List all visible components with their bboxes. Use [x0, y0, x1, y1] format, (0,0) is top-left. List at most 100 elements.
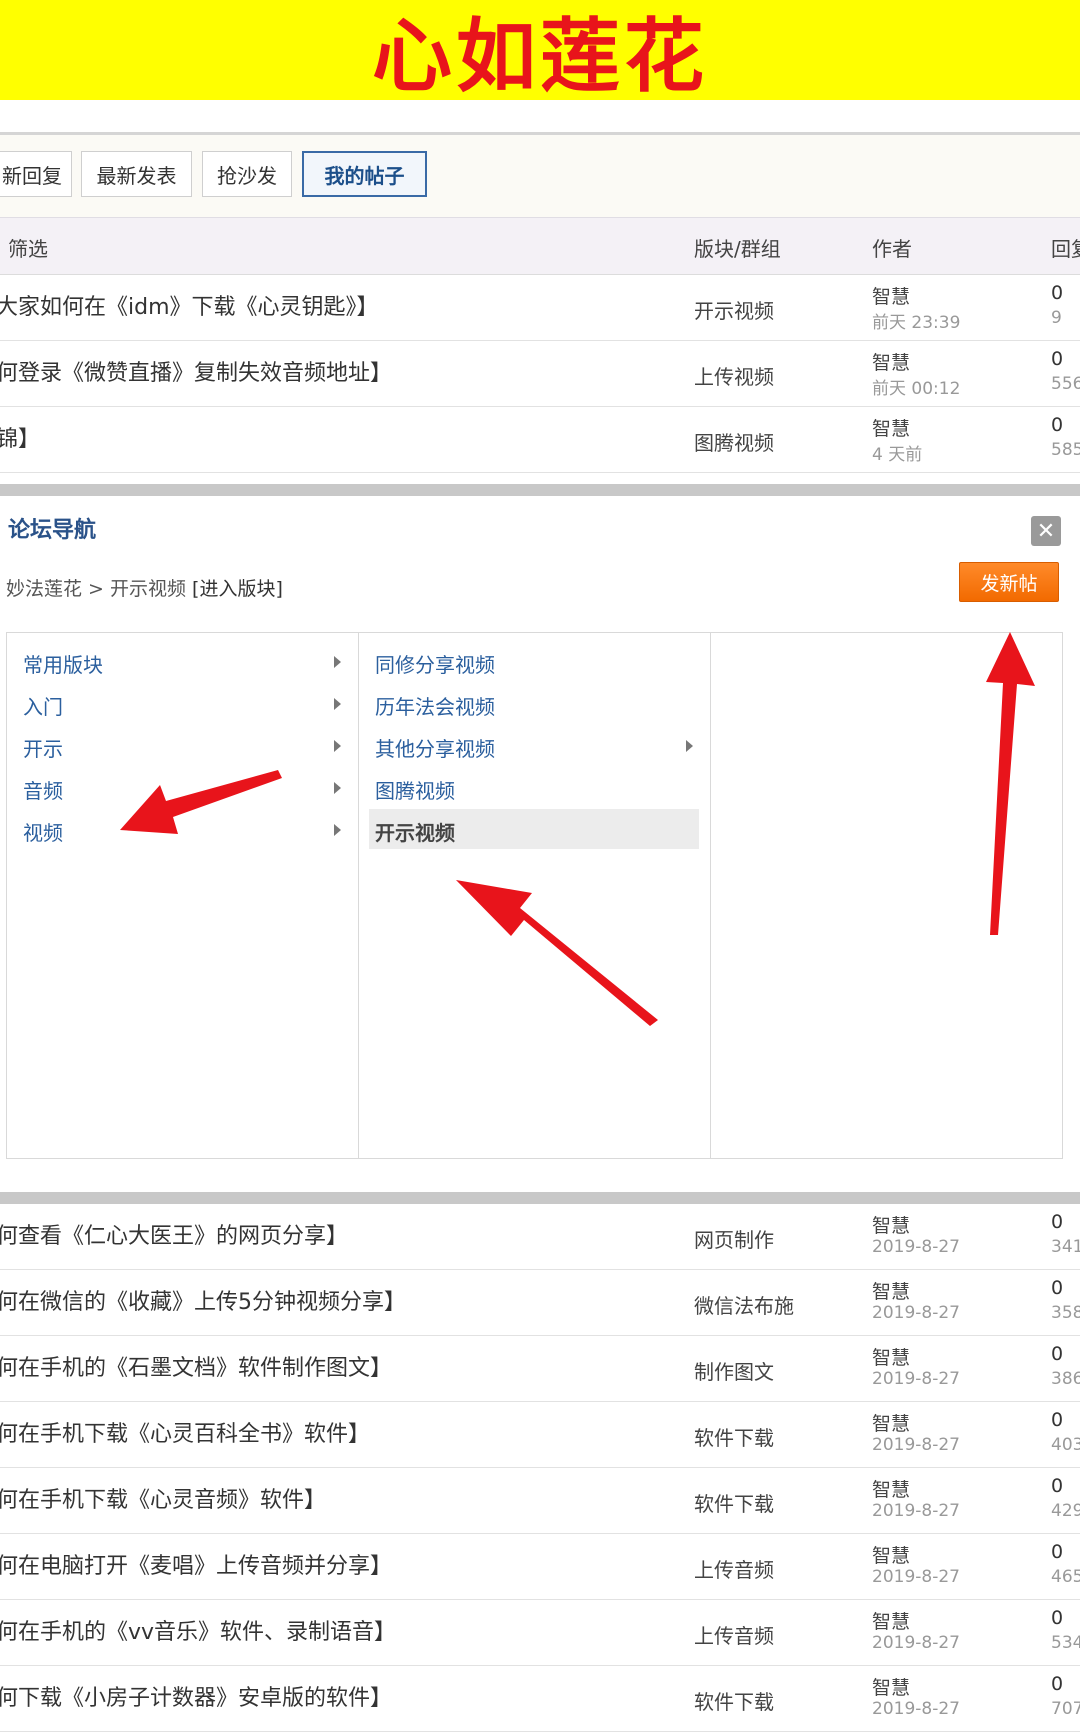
table-row[interactable]: 锦】 图腾视频 智慧 4 天前 0 585 [0, 407, 1080, 473]
author-name[interactable]: 智慧 [872, 1607, 910, 1634]
nav-item-label: 开示视频 [375, 821, 455, 845]
post-date: 2019-8-27 [872, 1633, 960, 1653]
new-post-button[interactable]: 发新帖 [959, 562, 1059, 602]
table-row[interactable]: 何在手机的《vv音乐》软件、录制语音】 上传音频 智慧 2019-8-27 0 534 [0, 1600, 1080, 1666]
reply-count: 0 [1051, 1211, 1064, 1233]
tab-sofa[interactable]: 抢沙发 [202, 151, 292, 197]
thread-title[interactable]: 何在手机的《石墨文档》软件制作图文】 [0, 1350, 392, 1382]
table-row[interactable]: 何下载《小房子计数器》安卓版的软件】 软件下载 智慧 2019-8-27 0 707 [0, 1666, 1080, 1732]
post-date: 2019-8-27 [872, 1237, 960, 1257]
author-name[interactable]: 智慧 [872, 1409, 910, 1436]
author-name[interactable]: 智慧 [872, 1343, 910, 1370]
thread-title[interactable]: 何在手机的《vv音乐》软件、录制语音】 [0, 1614, 396, 1646]
reply-count: 0 [1051, 1541, 1064, 1563]
breadcrumb-path[interactable]: 妙法莲花 > 开示视频 [6, 578, 192, 600]
table-row[interactable]: 大家如何在《idm》下载《心灵钥匙》】 开示视频 智慧 前天 23:39 0 9 [0, 275, 1080, 341]
forum-name[interactable]: 软件下载 [694, 1488, 774, 1517]
chevron-right-icon [334, 698, 341, 710]
author-name[interactable]: 智慧 [872, 1673, 910, 1700]
chevron-right-icon [334, 782, 341, 794]
nav-column-empty [711, 633, 1062, 1158]
post-date: 2019-8-27 [872, 1567, 960, 1587]
post-date: 2019-8-27 [872, 1699, 960, 1719]
forum-name[interactable]: 上传音频 [694, 1554, 774, 1583]
forum-name[interactable]: 开示视频 [694, 295, 774, 324]
thread-title[interactable]: 何查看《仁心大医王》的网页分享】 [0, 1218, 348, 1250]
reply-count: 0 [1051, 1475, 1064, 1497]
nav-item-label: 图腾视频 [375, 779, 455, 803]
dialog-shadow-top [0, 484, 1080, 496]
close-button[interactable]: ✕ [1031, 516, 1061, 546]
post-date: 前天 00:12 [872, 379, 961, 399]
tab-latest-posts[interactable]: 最新发表 [81, 151, 192, 197]
forum-name[interactable]: 上传音频 [694, 1620, 774, 1649]
author-name[interactable]: 智慧 [872, 1211, 910, 1238]
view-count: 585 [1051, 440, 1080, 460]
author-name[interactable]: 智慧 [872, 348, 910, 375]
reply-count: 0 [1051, 348, 1064, 370]
table-row[interactable]: 何在手机的《石墨文档》软件制作图文】 制作图文 智慧 2019-8-27 0 386 [0, 1336, 1080, 1402]
thread-title[interactable]: 何在微信的《收藏》上传5分钟视频分享】 [0, 1284, 406, 1316]
thread-title[interactable]: 大家如何在《idm》下载《心灵钥匙》】 [0, 289, 379, 321]
thread-title[interactable]: 何在手机下载《心灵百科全书》软件】 [0, 1416, 370, 1448]
author-name[interactable]: 智慧 [872, 1277, 910, 1304]
nav-item-label: 入门 [23, 695, 63, 719]
thread-title[interactable]: 何在电脑打开《麦唱》上传音频并分享】 [0, 1548, 392, 1580]
banner: 心如莲花 [0, 0, 1080, 103]
nav-category-item[interactable]: 音频 [17, 767, 347, 807]
table-row[interactable]: 何登录《微赞直播》复制失效音频地址】 上传视频 智慧 前天 00:12 0 556 [0, 341, 1080, 407]
author-name[interactable]: 智慧 [872, 1541, 910, 1568]
forum-name[interactable]: 制作图文 [694, 1356, 774, 1385]
view-count: 403 [1051, 1435, 1080, 1455]
nav-category-item[interactable]: 入门 [17, 683, 347, 723]
table-row[interactable]: 何查看《仁心大医王》的网页分享】 网页制作 智慧 2019-8-27 0 341 [0, 1204, 1080, 1270]
nav-category-item[interactable]: 开示 [17, 725, 347, 765]
table-row[interactable]: 何在微信的《收藏》上传5分钟视频分享】 微信法布施 智慧 2019-8-27 0 358 [0, 1270, 1080, 1336]
nav-item-label: 其他分享视频 [375, 737, 495, 761]
author-name[interactable]: 智慧 [872, 282, 910, 309]
enter-forum-link[interactable]: [进入版块] [192, 578, 283, 600]
header-filter[interactable]: 筛选 [8, 233, 48, 262]
thread-filter-tabs: 新回复 最新发表 抢沙发 我的帖子 [0, 135, 1080, 217]
forum-name[interactable]: 上传视频 [694, 361, 774, 390]
forum-nav-columns: 常用版块入门开示 音频 视频 同修分享视频历年法会视频其他分享视频 图腾视频开示视频 [6, 632, 1063, 1159]
view-count: 465 [1051, 1567, 1080, 1587]
post-date: 2019-8-27 [872, 1303, 960, 1323]
nav-category-item[interactable]: 常用版块 [17, 641, 347, 681]
table-header: 筛选 版块/群组 作者 回复 [0, 217, 1080, 275]
chevron-right-icon [334, 656, 341, 668]
table-row[interactable]: 何在手机下载《心灵百科全书》软件】 软件下载 智慧 2019-8-27 0 403 [0, 1402, 1080, 1468]
forum-name[interactable]: 微信法布施 [694, 1290, 794, 1319]
view-count: 534 [1051, 1633, 1080, 1653]
thread-title[interactable]: 何在手机下载《心灵音频》软件】 [0, 1482, 326, 1514]
nav-item-label: 同修分享视频 [375, 653, 495, 677]
forum-name[interactable]: 网页制作 [694, 1224, 774, 1253]
reply-count: 0 [1051, 1277, 1064, 1299]
nav-category-item[interactable]: 视频 [17, 809, 347, 849]
author-name[interactable]: 智慧 [872, 414, 910, 441]
nav-subforum-item[interactable]: 同修分享视频 [369, 641, 699, 681]
nav-subforum-item[interactable]: 开示视频 [369, 809, 699, 849]
thread-title[interactable]: 何下载《小房子计数器》安卓版的软件】 [0, 1680, 392, 1712]
table-row[interactable]: 何在手机下载《心灵音频》软件】 软件下载 智慧 2019-8-27 0 429 [0, 1468, 1080, 1534]
forum-nav-dialog: 论坛导航 ✕ 妙法莲花 > 开示视频 [进入版块] 发新帖 常用版块 入门 开示 音频… [0, 496, 1080, 1192]
nav-subforum-item[interactable]: 历年法会视频 [369, 683, 699, 723]
forum-name[interactable]: 图腾视频 [694, 427, 774, 456]
tab-new-replies[interactable]: 新回复 [0, 151, 72, 197]
forum-name[interactable]: 软件下载 [694, 1422, 774, 1451]
thread-title[interactable]: 锦】 [0, 421, 40, 453]
table-row[interactable]: 何在电脑打开《麦唱》上传音频并分享】 上传音频 智慧 2019-8-27 0 465 [0, 1534, 1080, 1600]
thread-title[interactable]: 何登录《微赞直播》复制失效音频地址】 [0, 355, 392, 387]
view-count: 358 [1051, 1303, 1080, 1323]
header-replies: 回复 [1051, 237, 1080, 261]
reply-count: 0 [1051, 282, 1064, 304]
tab-my-posts[interactable]: 我的帖子 [302, 151, 427, 197]
header-author: 作者 [872, 237, 912, 261]
dialog-shadow-bottom [0, 1192, 1080, 1204]
forum-name[interactable]: 软件下载 [694, 1686, 774, 1715]
chevron-right-icon [334, 740, 341, 752]
post-date: 前天 23:39 [872, 313, 961, 333]
nav-subforum-item[interactable]: 图腾视频 [369, 767, 699, 807]
author-name[interactable]: 智慧 [872, 1475, 910, 1502]
nav-subforum-item[interactable]: 其他分享视频 [369, 725, 699, 765]
